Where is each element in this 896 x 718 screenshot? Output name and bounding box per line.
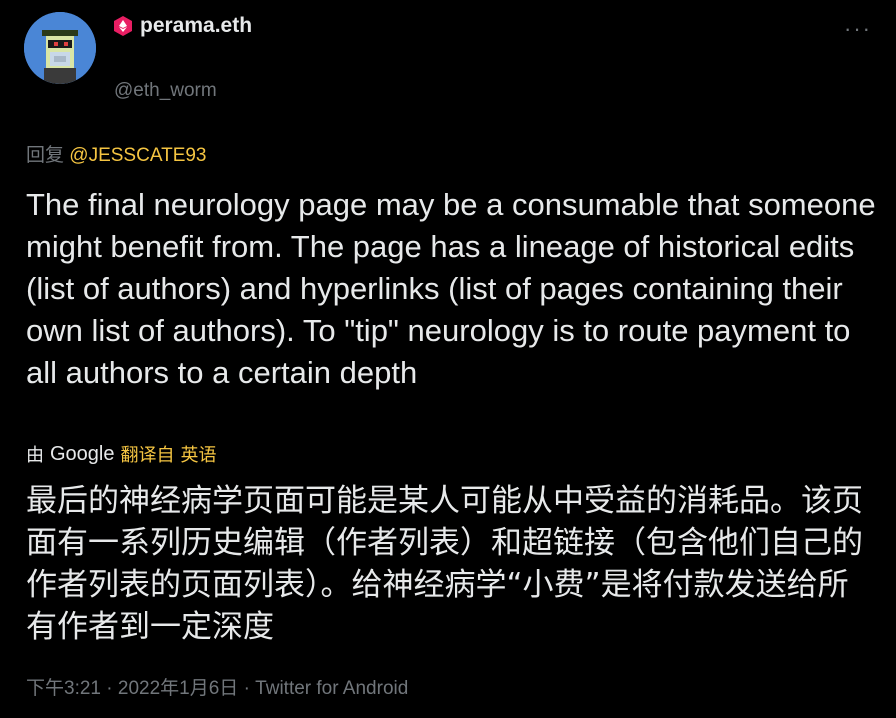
translation-attribution: 由 Google 翻译自 英语 (26, 441, 217, 467)
avatar[interactable] (24, 12, 96, 84)
tweet-time[interactable]: 下午3:21 (26, 678, 101, 699)
meta-separator: · (243, 678, 250, 699)
tweet-metadata: 下午3:21 · 2022年1月6日 · Twitter for Android (26, 673, 408, 700)
ethereum-hexagon-icon (114, 16, 132, 36)
user-handle[interactable]: @eth_worm (114, 80, 217, 102)
translated-text: 最后的神经病学页面可能是某人可能从中受益的消耗品。该页面有一系列历史编辑（作者列… (26, 483, 863, 645)
display-name: perama.eth (140, 14, 253, 37)
tweet-text: The final neurology page may be a consum… (26, 187, 876, 390)
author-name-row[interactable]: perama.eth (112, 14, 252, 38)
reply-context: 回复 @JESSCATE93 (26, 140, 207, 167)
google-logo: Google (50, 442, 115, 465)
translated-from-label[interactable]: 翻译自 (121, 441, 175, 467)
tweet-client: Twitter for Android (255, 678, 409, 699)
tweet-date[interactable]: 2022年1月6日 (118, 678, 238, 699)
meta-separator: · (106, 678, 113, 699)
source-language[interactable]: 英语 (181, 441, 217, 467)
translation-by-label: 由 (26, 445, 44, 465)
reply-prefix: 回复 (26, 145, 65, 166)
more-options-icon[interactable]: ··· (844, 16, 872, 42)
reply-mention-link[interactable]: @JESSCATE93 (69, 145, 206, 166)
pixel-punk-avatar (24, 12, 96, 84)
